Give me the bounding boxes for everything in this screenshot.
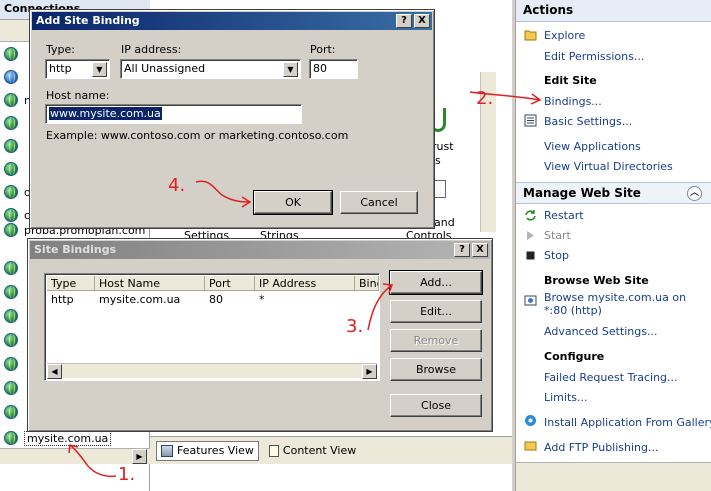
annotation-step-4: 4.	[168, 175, 186, 196]
annotation-step-2: 2.	[476, 88, 494, 109]
annotation-step-3: 3.	[346, 316, 364, 337]
annotation-arrows	[68, 91, 542, 478]
annotation-step-1: 1.	[118, 464, 136, 485]
